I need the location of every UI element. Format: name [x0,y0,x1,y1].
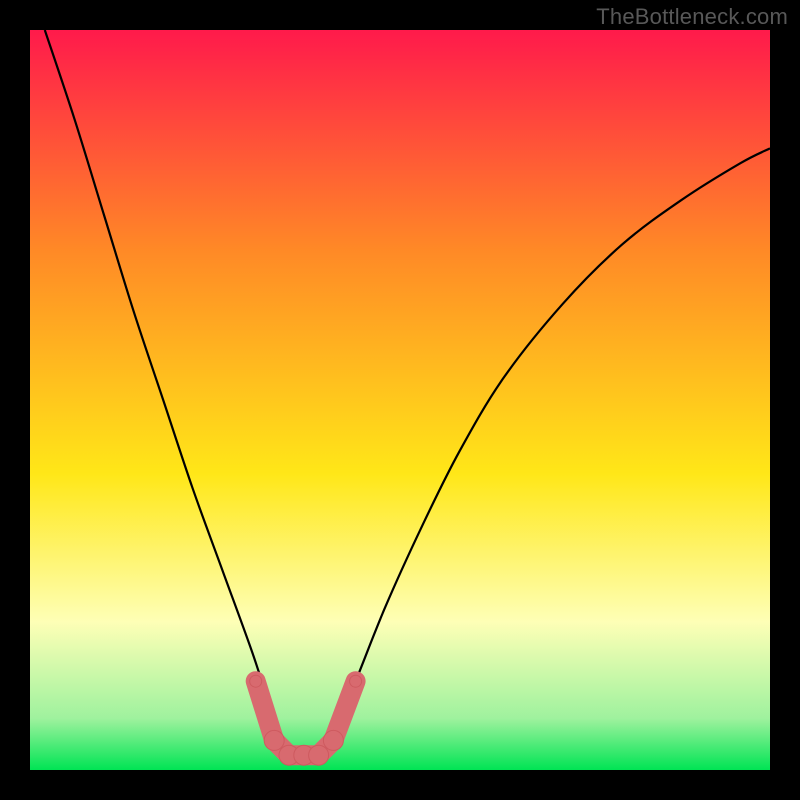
marker-dot [309,745,329,765]
marker-dot [250,675,262,687]
marker-dot [323,730,343,750]
chart-stage: TheBottleneck.com [0,0,800,800]
marker-dot [350,675,362,687]
chart-svg [30,30,770,770]
plot-area [30,30,770,770]
marker-dot [264,730,284,750]
gradient-background [30,30,770,770]
watermark-text: TheBottleneck.com [596,4,788,30]
